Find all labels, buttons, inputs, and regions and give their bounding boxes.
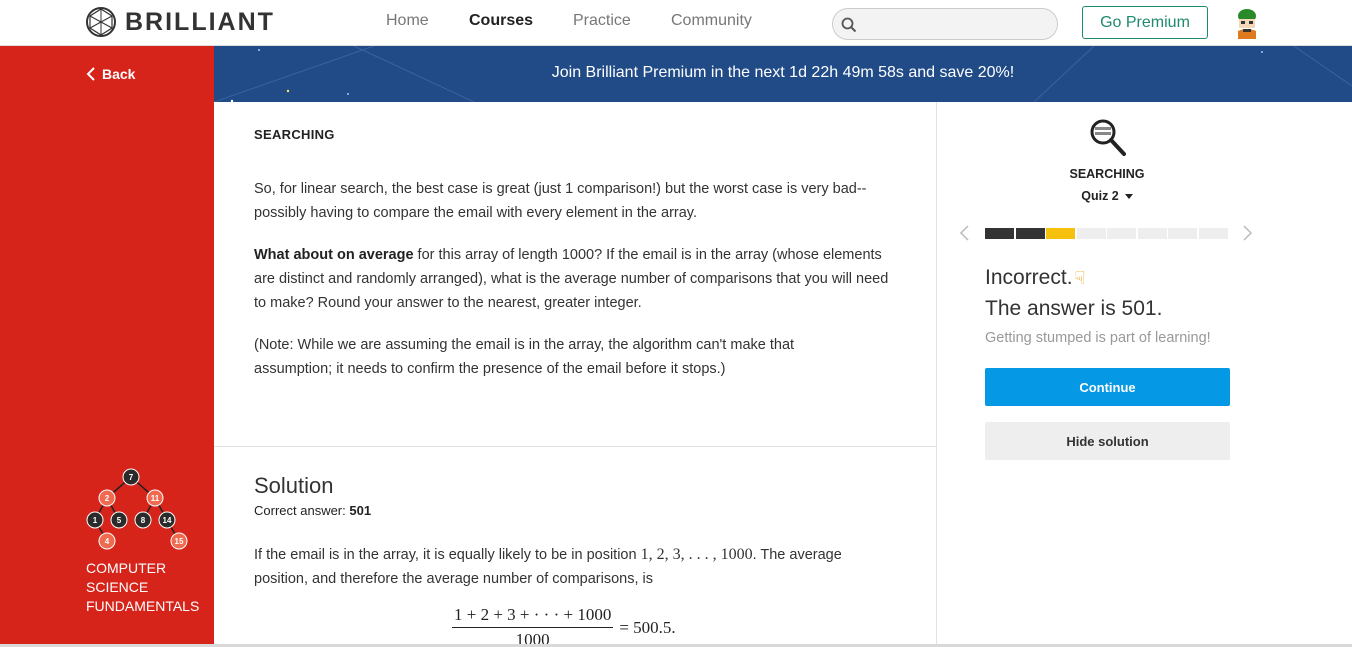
nav-home[interactable]: Home	[386, 12, 429, 30]
solution-math-positions: 1, 2, 3, . . . , 1000	[640, 546, 753, 563]
quiz-section-title: SEARCHING	[1069, 167, 1145, 181]
search-input[interactable]	[863, 13, 1048, 35]
tree-node: 4	[105, 537, 110, 546]
correct-answer-value: 501	[349, 503, 372, 518]
progress-segment[interactable]	[1107, 228, 1136, 239]
magnifier-icon	[1090, 119, 1126, 156]
tree-node: 14	[163, 516, 172, 525]
progress-segment[interactable]	[985, 228, 1014, 239]
binary-tree-icon: 7 2 11 1 5 8 14 4 15	[86, 468, 188, 550]
tree-node: 7	[129, 473, 134, 482]
back-label: Back	[102, 66, 136, 82]
go-premium-button[interactable]: Go Premium	[1082, 6, 1208, 39]
formula-numerator: 1 + 2 + 3 + · · · + 1000	[452, 605, 614, 628]
search-box[interactable]	[832, 8, 1058, 40]
section-divider	[214, 446, 936, 447]
pointing-down-hand-icon: ☟	[1074, 267, 1086, 288]
chevron-down-icon	[1124, 194, 1133, 200]
section-label: SEARCHING	[254, 127, 335, 142]
question-emphasis: What about on average	[254, 247, 414, 263]
chevron-left-icon	[86, 67, 95, 81]
search-icon	[841, 17, 857, 33]
quiz-name: Quiz 2	[1081, 189, 1119, 203]
encouragement-text: Getting stumped is part of learning!	[985, 330, 1211, 346]
nav-courses[interactable]: Courses	[469, 12, 533, 30]
question-paragraph: What about on average for this array of …	[254, 243, 894, 315]
quiz-dropdown[interactable]: Quiz 2	[937, 189, 1277, 203]
course-title[interactable]: COMPUTER SCIENCE FUNDAMENTALS	[86, 559, 206, 616]
continue-button[interactable]: Continue	[985, 368, 1230, 406]
solution-paragraph: If the email is in the array, it is equa…	[254, 543, 894, 591]
solution-text-before: If the email is in the array, it is equa…	[254, 547, 641, 563]
back-link[interactable]: Back	[86, 66, 135, 82]
lesson-paragraph: So, for linear search, the best case is …	[254, 181, 867, 221]
course-sidebar: Back 7 2 11 1 5 8 14 4 15 COMPUTER SCIEN…	[0, 46, 214, 647]
correct-answer-line: Correct answer: 501	[254, 503, 371, 518]
tree-node: 1	[93, 516, 98, 525]
progress-segment[interactable]	[1076, 228, 1106, 239]
average-formula: 1 + 2 + 3 + · · · + 1000 1000 = 500.5.	[452, 605, 676, 647]
nav-practice[interactable]: Practice	[573, 12, 631, 30]
brilliant-logo[interactable]: BRILLIANT	[85, 6, 275, 38]
progress-segment[interactable]	[1046, 228, 1075, 239]
tree-node: 2	[105, 494, 110, 503]
top-navigation: BRILLIANT Home Courses Practice Communit…	[0, 0, 1352, 46]
nav-community[interactable]: Community	[671, 12, 752, 30]
logo-icon	[86, 7, 116, 37]
solution-title: Solution	[254, 473, 334, 498]
tree-node: 5	[117, 516, 122, 525]
tree-node: 15	[175, 537, 184, 546]
quiz-panel: SEARCHING Quiz 2 Incorrect. ☟ The answer…	[937, 102, 1352, 647]
progress-segment[interactable]	[1137, 228, 1167, 239]
quiz-progress	[985, 228, 1230, 239]
formula-result: = 500.5.	[619, 617, 676, 637]
user-avatar-icon[interactable]	[1236, 9, 1258, 39]
tree-node: 8	[141, 516, 146, 525]
lesson-content: SEARCHING So, for linear search, the bes…	[214, 102, 936, 647]
hide-solution-button[interactable]: Hide solution	[985, 422, 1230, 460]
tree-node: 11	[151, 494, 160, 503]
premium-promo-banner[interactable]: Join Brilliant Premium in the next 1d 22…	[214, 46, 1352, 102]
chevron-right-icon[interactable]	[1242, 225, 1254, 241]
banner-text: Join Brilliant Premium in the next 1d 22…	[551, 64, 1015, 81]
chevron-left-icon[interactable]	[958, 225, 970, 241]
progress-segment[interactable]	[1168, 228, 1197, 239]
formula-fraction: 1 + 2 + 3 + · · · + 1000 1000	[452, 605, 614, 647]
correct-answer-label: Correct answer:	[254, 503, 350, 518]
answer-text: The answer is 501.	[985, 297, 1163, 320]
progress-segment[interactable]	[1198, 228, 1228, 239]
result-status-text: Incorrect.	[985, 266, 1073, 289]
logo-text: BRILLIANT	[125, 7, 275, 36]
note-paragraph: (Note: While we are assuming the email i…	[254, 337, 795, 377]
result-status: Incorrect. ☟	[985, 266, 1086, 290]
progress-segment[interactable]	[1015, 228, 1045, 239]
